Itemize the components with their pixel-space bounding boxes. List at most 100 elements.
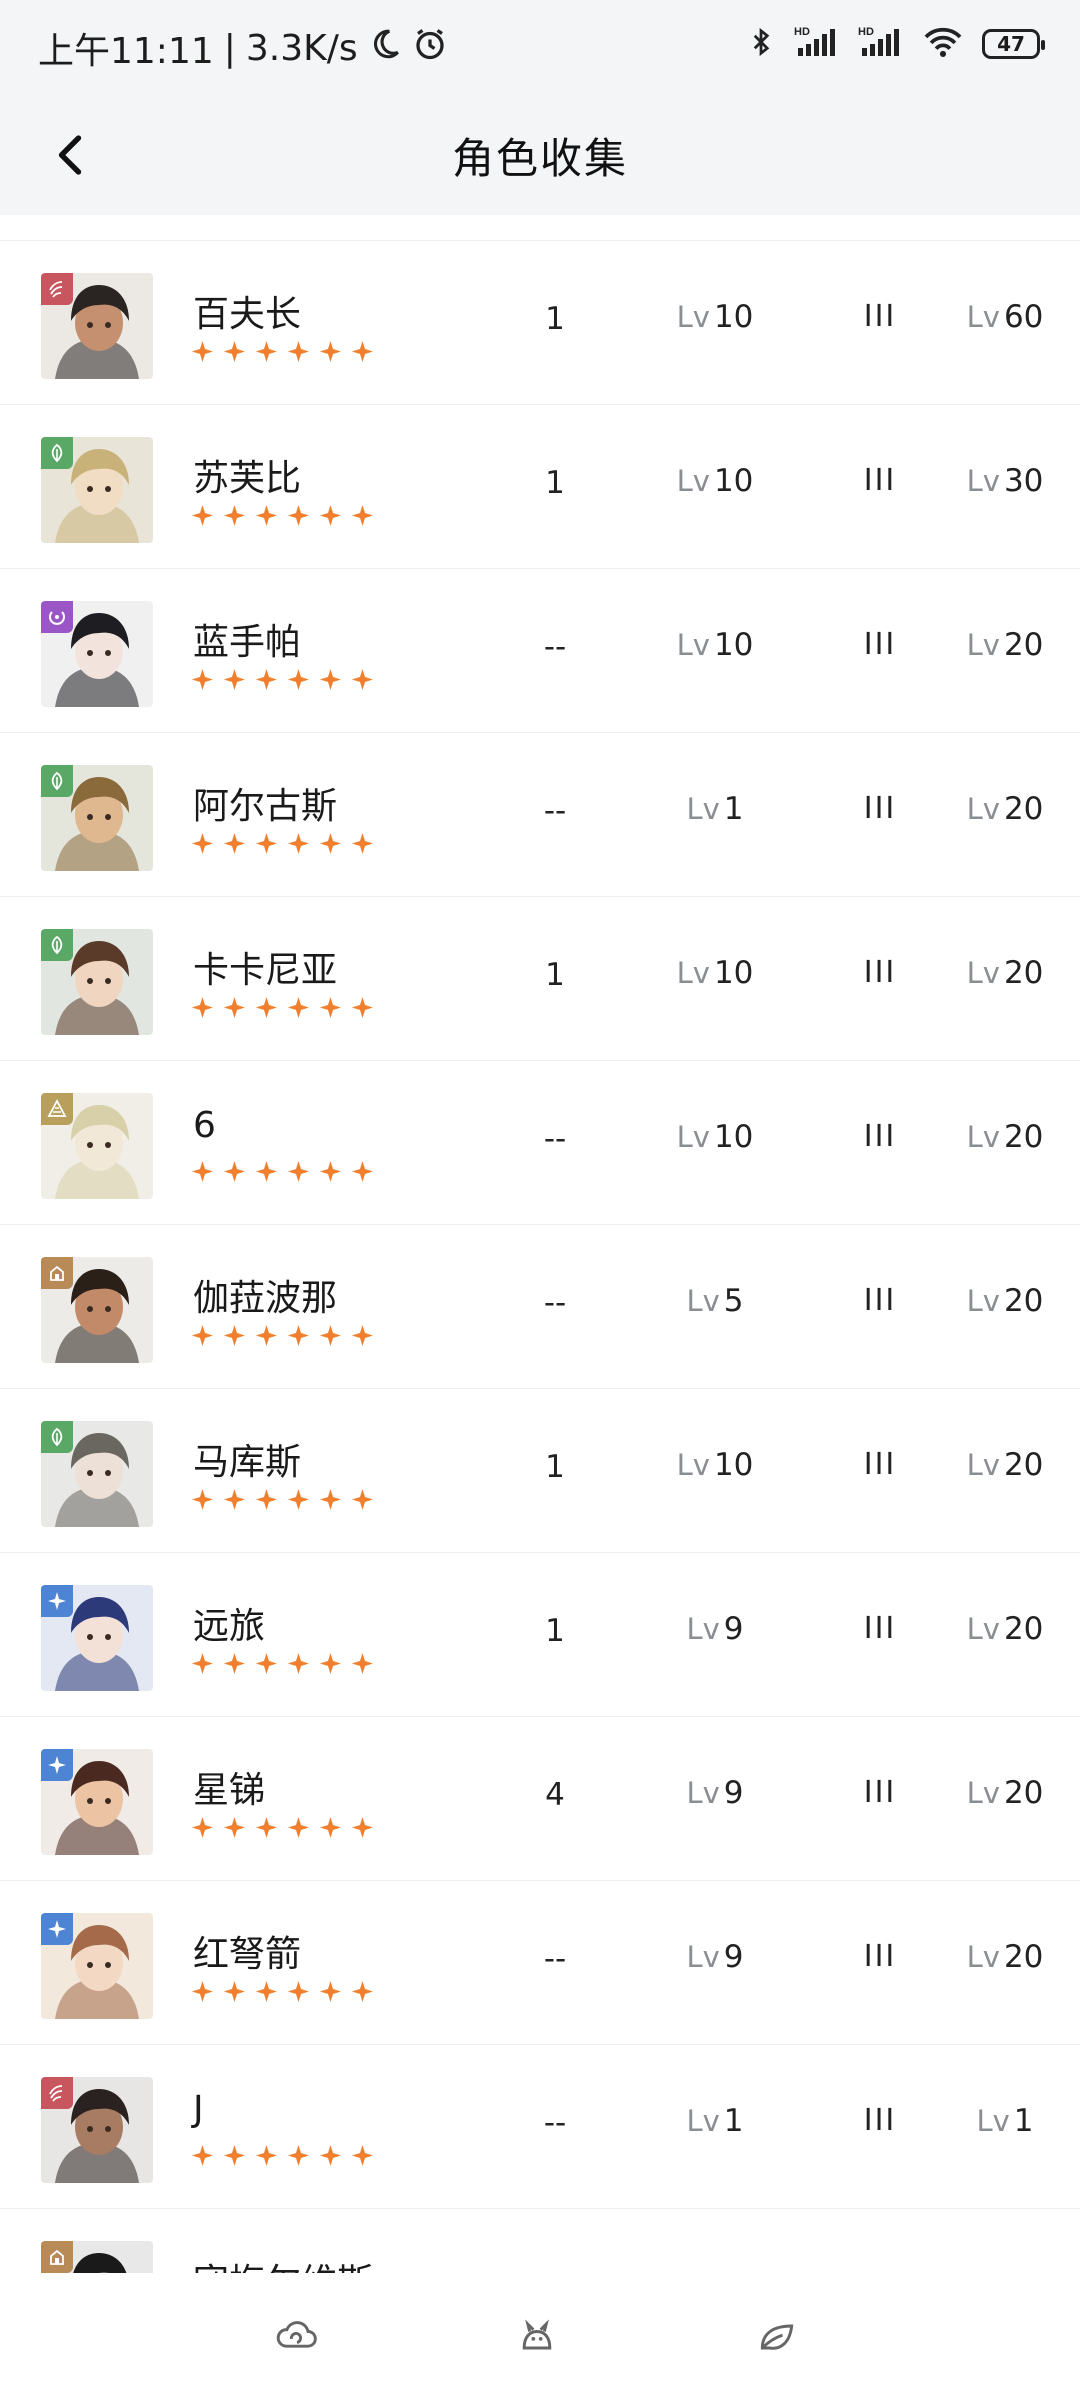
status-divider: | bbox=[223, 27, 236, 69]
star-icon bbox=[255, 1324, 278, 1347]
star-icon bbox=[319, 1160, 342, 1183]
level-value: 10 bbox=[713, 463, 754, 499]
insight-level: III bbox=[863, 299, 897, 334]
character-row[interactable]: 阿尔古斯 -- Lv 1 III Lv 20 bbox=[0, 733, 1080, 897]
lv-prefix: Lv bbox=[966, 1612, 1000, 1646]
level-value: 5 bbox=[723, 1283, 744, 1319]
star-icon bbox=[351, 1324, 374, 1347]
portrait-rank: 1 bbox=[545, 957, 565, 993]
character-row[interactable]: 远旅 1 Lv 9 III Lv 20 bbox=[0, 1553, 1080, 1717]
star-icon bbox=[319, 1324, 342, 1347]
star-icon bbox=[319, 1652, 342, 1675]
character-row[interactable]: 寇梅尔维斯 bbox=[0, 2209, 1080, 2274]
character-portrait bbox=[41, 2241, 153, 2274]
level-value: 20 bbox=[1003, 1119, 1044, 1155]
portrait-rank: -- bbox=[543, 793, 567, 829]
level-value: 10 bbox=[713, 1119, 754, 1155]
character-level: Lv 1 bbox=[640, 791, 790, 827]
insight-level: III bbox=[863, 955, 897, 990]
character-row[interactable]: J -- Lv 1 III Lv 1 bbox=[0, 2045, 1080, 2209]
star-icon bbox=[255, 668, 278, 691]
level-value: 20 bbox=[1003, 791, 1044, 827]
insight-level: III bbox=[863, 1283, 897, 1318]
character-row[interactable]: 伽菈波那 -- Lv 5 III Lv 20 bbox=[0, 1225, 1080, 1389]
insight-level: III bbox=[863, 2103, 897, 2138]
portrait-rank: -- bbox=[543, 2105, 567, 2141]
alarm-icon bbox=[412, 26, 448, 71]
star-icon bbox=[351, 1652, 374, 1675]
creature-icon[interactable] bbox=[515, 2315, 559, 2359]
star-icon bbox=[223, 1652, 246, 1675]
insight-level: III bbox=[863, 463, 897, 498]
character-row[interactable]: 红弩箭 -- Lv 9 III Lv 20 bbox=[0, 1881, 1080, 2045]
lv-prefix: Lv bbox=[966, 300, 1000, 334]
insight-level: III bbox=[863, 1775, 897, 1810]
character-row[interactable]: 蓝手帕 -- Lv 10 III Lv 20 bbox=[0, 569, 1080, 733]
portrait-rank: 1 bbox=[545, 1449, 565, 1485]
status-right: HD HD 47 bbox=[746, 24, 1045, 64]
rarity-stars bbox=[191, 504, 374, 527]
character-name: 卡卡尼亚 bbox=[193, 950, 338, 991]
star-icon bbox=[255, 2144, 278, 2167]
resonance-level: Lv 20 bbox=[950, 1119, 1060, 1155]
character-row[interactable]: 星锑 4 Lv 9 III Lv 20 bbox=[0, 1717, 1080, 1881]
intellect-element-icon bbox=[41, 2241, 73, 2273]
portrait-rank: -- bbox=[543, 1941, 567, 1977]
spirit-element-icon bbox=[41, 601, 73, 633]
star-icon bbox=[255, 1488, 278, 1511]
status-time: 上午11:11 bbox=[38, 31, 214, 72]
star-icon bbox=[223, 668, 246, 691]
star-icon bbox=[287, 1488, 310, 1511]
status-left: 上午11:11 | 3.3K/s bbox=[38, 22, 448, 74]
lv-prefix: Lv bbox=[676, 1120, 710, 1154]
level-value: 10 bbox=[713, 1447, 754, 1483]
star-icon bbox=[191, 1324, 214, 1347]
character-list[interactable]: 百夫长 1 Lv 10 III Lv 60 苏芙比 1 Lv 10 III Lv 30 蓝手帕 -- Lv 10 I… bbox=[0, 240, 1080, 2274]
portrait-rank: 1 bbox=[545, 301, 565, 337]
star-icon bbox=[255, 996, 278, 1019]
portrait-rank: -- bbox=[543, 1285, 567, 1321]
star-element-icon bbox=[41, 1585, 73, 1617]
star-icon bbox=[255, 1816, 278, 1839]
star-icon bbox=[191, 2144, 214, 2167]
star-icon bbox=[351, 2144, 374, 2167]
resonance-level: Lv 20 bbox=[950, 1447, 1060, 1483]
character-row[interactable]: 6 -- Lv 10 III Lv 20 bbox=[0, 1061, 1080, 1225]
character-portrait bbox=[41, 437, 153, 543]
star-icon bbox=[319, 2144, 342, 2167]
character-portrait bbox=[41, 1749, 153, 1855]
star-element-icon bbox=[41, 1749, 73, 1781]
character-name: 马库斯 bbox=[193, 1442, 302, 1483]
character-row[interactable]: 马库斯 1 Lv 10 III Lv 20 bbox=[0, 1389, 1080, 1553]
level-value: 10 bbox=[713, 627, 754, 663]
character-level: Lv 10 bbox=[640, 1447, 790, 1483]
lv-prefix: Lv bbox=[966, 1284, 1000, 1318]
star-icon bbox=[223, 1324, 246, 1347]
star-icon bbox=[287, 1816, 310, 1839]
lv-prefix: Lv bbox=[966, 792, 1000, 826]
leaf-bubble-icon[interactable] bbox=[755, 2315, 799, 2359]
star-icon bbox=[255, 504, 278, 527]
character-row[interactable]: 百夫长 1 Lv 10 III Lv 60 bbox=[0, 241, 1080, 405]
star-icon bbox=[191, 340, 214, 363]
cloud-swirl-icon[interactable] bbox=[275, 2315, 319, 2359]
character-name: 6 bbox=[193, 1105, 216, 1146]
star-icon bbox=[287, 340, 310, 363]
star-icon bbox=[351, 340, 374, 363]
resonance-level: Lv 20 bbox=[950, 1939, 1060, 1975]
status-speed: 3.3K/s bbox=[245, 27, 358, 69]
beast-element-icon bbox=[41, 2077, 73, 2109]
star-icon bbox=[191, 668, 214, 691]
star-icon bbox=[351, 1488, 374, 1511]
star-icon bbox=[351, 996, 374, 1019]
star-icon bbox=[287, 668, 310, 691]
character-level: Lv 1 bbox=[640, 2103, 790, 2139]
character-portrait bbox=[41, 1585, 153, 1691]
star-icon bbox=[351, 1160, 374, 1183]
character-row[interactable]: 苏芙比 1 Lv 10 III Lv 30 bbox=[0, 405, 1080, 569]
rarity-stars bbox=[191, 1488, 374, 1511]
insight-level: III bbox=[863, 791, 897, 826]
star-icon bbox=[255, 340, 278, 363]
character-row[interactable]: 卡卡尼亚 1 Lv 10 III Lv 20 bbox=[0, 897, 1080, 1061]
star-icon bbox=[319, 668, 342, 691]
